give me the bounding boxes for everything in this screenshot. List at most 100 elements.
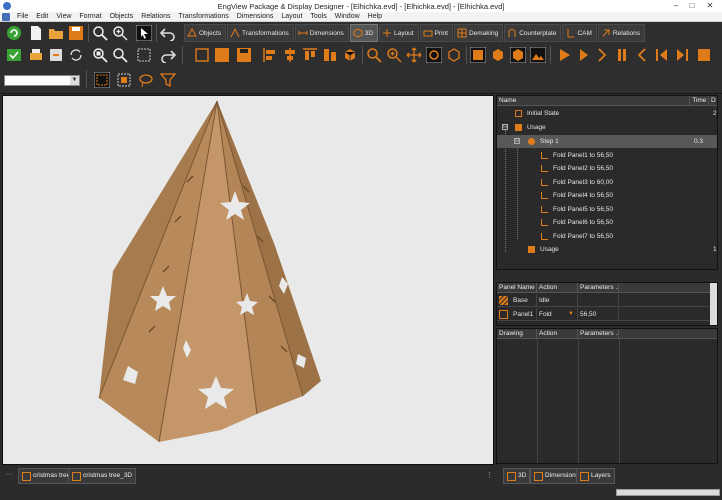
column-name[interactable]: Name [497, 96, 691, 106]
collapse-icon[interactable]: ⊟ [514, 138, 520, 144]
first-frame-icon[interactable] [654, 47, 670, 63]
tab-counterplate[interactable]: Counterplate [504, 24, 562, 42]
menu-view[interactable]: View [52, 12, 75, 22]
menu-transformations[interactable]: Transformations [174, 12, 232, 22]
column-parameters[interactable]: Parameters ... [578, 283, 619, 293]
zoom-in-3d-icon[interactable] [386, 47, 402, 63]
view-front-icon[interactable] [194, 47, 210, 63]
play-icon[interactable] [556, 47, 572, 63]
grid-select-icon[interactable] [94, 72, 110, 88]
tab-cristmas-tree[interactable]: cristmas tree [18, 468, 75, 484]
menu-objects[interactable]: Objects [106, 12, 138, 22]
orbit-icon[interactable] [426, 47, 442, 63]
save-view-icon[interactable] [236, 47, 252, 63]
select-arrow-icon[interactable] [136, 25, 152, 41]
scrollbar[interactable] [710, 283, 717, 325]
pause-icon[interactable] [614, 47, 630, 63]
check-icon[interactable] [6, 47, 22, 63]
panel-tab-layers[interactable]: Layers [576, 468, 615, 484]
tree-row[interactable]: Usage 1 [497, 243, 717, 256]
tree-row[interactable]: ⊟ Usage [497, 121, 717, 134]
view-box-icon[interactable] [446, 47, 462, 63]
column-parameters[interactable]: Parameters ... [578, 329, 619, 339]
tab-relations[interactable]: Relations [597, 24, 646, 42]
tree-row[interactable]: Fold Panel7 to 56,50 [497, 230, 717, 243]
menu-file[interactable]: File [13, 12, 32, 22]
chevron-down-icon[interactable]: ▼ [568, 308, 574, 321]
table-row[interactable]: Base Idle [497, 294, 711, 307]
menu-help[interactable]: Help [364, 12, 386, 22]
play-step-icon[interactable] [576, 47, 592, 63]
save-icon[interactable] [68, 25, 84, 41]
solid-box-icon[interactable] [490, 47, 506, 63]
tree-row[interactable]: Fold Panel2 to 56,50 [497, 162, 717, 175]
3d-viewport[interactable] [2, 95, 494, 465]
tab-3d[interactable]: 3D [349, 24, 379, 42]
texture-icon[interactable] [510, 47, 526, 63]
tab-demaking[interactable]: Demaking [453, 24, 504, 42]
shaded-icon[interactable] [470, 47, 486, 63]
column-time[interactable]: Time [690, 96, 710, 106]
tab-dimensions[interactable]: Dimensions [294, 24, 349, 42]
new-file-icon[interactable] [28, 25, 44, 41]
tree-row[interactable]: Fold Panel6 to 56,50 [497, 216, 717, 229]
3d-box-icon[interactable] [342, 47, 358, 63]
undo-icon[interactable] [160, 25, 176, 41]
render-icon[interactable] [214, 47, 230, 63]
menu-edit[interactable]: Edit [32, 12, 52, 22]
action-cell[interactable]: Fold ▼ [537, 308, 578, 321]
menu-relations[interactable]: Relations [137, 12, 174, 22]
zoom-3d-icon[interactable] [366, 47, 382, 63]
zoom-icon[interactable] [92, 25, 108, 41]
close-icon[interactable]: ✕ [700, 0, 720, 12]
last-frame-icon[interactable] [674, 47, 690, 63]
previous-icon[interactable] [634, 47, 650, 63]
tab-layout[interactable]: Layout [379, 24, 419, 42]
column-action[interactable]: Action [537, 329, 578, 339]
parameters-cell[interactable]: 56,50 [578, 308, 619, 321]
zoom-in-icon[interactable] [112, 25, 128, 41]
column-action[interactable]: Action [537, 283, 578, 293]
refresh-icon[interactable] [6, 25, 22, 41]
tree-row[interactable]: Fold Panel3 to 60,00 [497, 176, 717, 189]
more-icon[interactable]: ⋮ [486, 471, 493, 479]
menu-tools[interactable]: Tools [306, 12, 330, 22]
rotate-icon[interactable] [68, 47, 84, 63]
collapse-icon[interactable]: ⊟ [502, 124, 508, 130]
snap-icon[interactable] [136, 47, 152, 63]
tab-transformations[interactable]: Transformations [227, 24, 294, 42]
chevron-down-icon[interactable]: ▼ [70, 76, 79, 85]
tab-cam[interactable]: CAM [562, 24, 597, 42]
zoom-window-icon[interactable] [112, 47, 128, 63]
stop-icon[interactable] [696, 47, 712, 63]
lasso-icon[interactable] [138, 72, 154, 88]
align-top-icon[interactable] [302, 47, 318, 63]
more-icon[interactable]: ··· [6, 471, 13, 478]
image-icon[interactable] [530, 47, 546, 63]
tree-row[interactable]: Initial State 2 [497, 107, 717, 120]
filter-icon[interactable] [160, 72, 176, 88]
layer-dropdown[interactable]: ▼ [4, 75, 80, 86]
print-icon[interactable] [28, 47, 44, 63]
pan-icon[interactable] [406, 47, 422, 63]
export-icon[interactable] [48, 47, 64, 63]
align-left-icon[interactable] [262, 47, 278, 63]
next-icon[interactable] [594, 47, 610, 63]
distribute-icon[interactable] [322, 47, 338, 63]
tree-row[interactable]: Fold Panel5 to 56,50 [497, 203, 717, 216]
menu-layout[interactable]: Layout [277, 12, 306, 22]
tree-row[interactable]: Fold Panel1 to 56,50 [497, 149, 717, 162]
tab-objects[interactable]: Objects [184, 24, 227, 42]
tab-cristmas-tree-3d[interactable]: cristmas tree_3D [68, 468, 137, 484]
tree-row[interactable]: Fold Panel4 to 56,50 [497, 189, 717, 202]
menu-window[interactable]: Window [331, 12, 364, 22]
document-icon[interactable] [2, 12, 10, 21]
tree-row-selected[interactable]: ⊟ Step 1 0.3 [497, 135, 717, 148]
column-panel-name[interactable]: Panel Name [497, 283, 537, 293]
table-row[interactable]: Panel1 Fold ▼ 56,50 [497, 308, 711, 321]
frame-select-icon[interactable] [116, 72, 132, 88]
menu-dimensions[interactable]: Dimensions [233, 12, 278, 22]
maximize-icon[interactable]: □ [684, 0, 700, 12]
menu-format[interactable]: Format [75, 12, 105, 22]
tab-print[interactable]: Print [419, 24, 453, 42]
